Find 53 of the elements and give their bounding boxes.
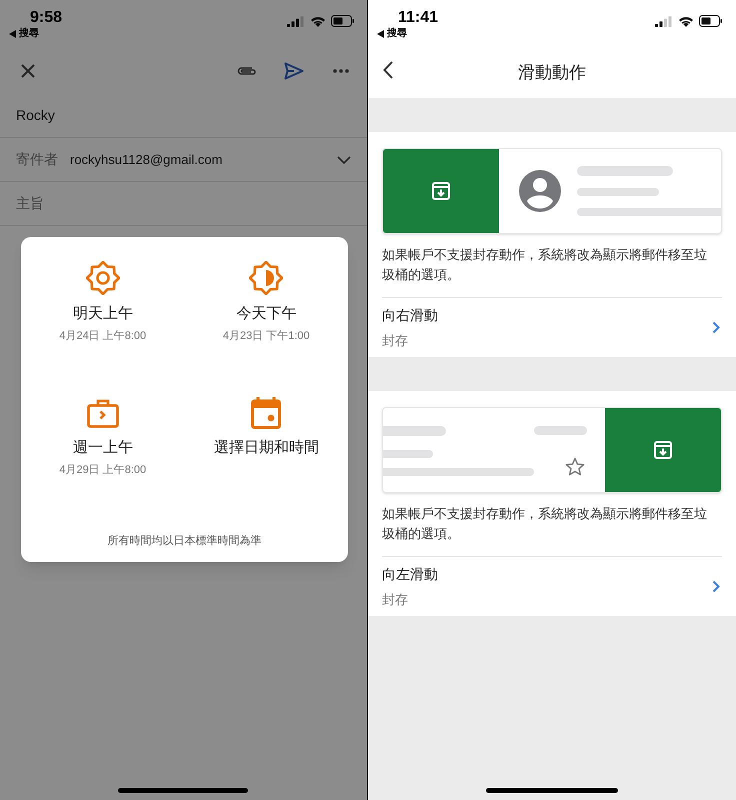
chevron-right-icon (712, 580, 720, 593)
option-label: 選擇日期和時間 (214, 438, 319, 458)
back-triangle-icon (9, 30, 16, 38)
timezone-note: 所有時間均以日本標準時間為準 (106, 534, 262, 549)
signal-icon (655, 16, 673, 27)
battery-icon (331, 15, 355, 27)
option-label: 明天上午 (72, 304, 133, 324)
wifi-icon (678, 15, 694, 27)
snooze-option[interactable]: 今天下午 4月23日 下午1:00 (184, 259, 348, 393)
recipient-value[interactable]: Rocky (16, 105, 55, 126)
archive-icon (432, 182, 450, 200)
swipe-setting-row[interactable]: 向左滑動 封存 (382, 556, 722, 616)
chevron-down-icon[interactable] (337, 156, 351, 164)
option-time: 4月23日 下午1:00 (222, 328, 310, 344)
close-icon[interactable] (20, 63, 36, 79)
avatar-icon (519, 170, 561, 212)
setting-value: 封存 (382, 332, 409, 350)
paperclip-icon[interactable] (236, 65, 258, 77)
snooze-option[interactable]: 週一上午 4月29日 上午8:00 (21, 393, 184, 527)
star-icon (565, 457, 585, 476)
status-time: 11:41 (398, 8, 438, 28)
option-label: 週一上午 (72, 438, 133, 458)
setting-description: 如果帳戶不支援封存動作，系統將改為顯示將郵件移至垃圾桶的選項。 (382, 246, 708, 284)
subject-field[interactable]: 主旨 (16, 193, 351, 214)
swipe-setting-row[interactable]: 向右滑動 封存 (382, 297, 722, 357)
setting-value: 封存 (382, 590, 409, 609)
page-title: 滑動動作 (518, 62, 586, 84)
signal-icon (287, 16, 305, 27)
snooze-option[interactable]: 明天上午 4月24日 上午8:00 (21, 259, 184, 393)
back-triangle-icon (377, 30, 384, 38)
setting-label: 向右滑動 (382, 306, 439, 325)
briefcase-icon (86, 399, 119, 429)
back-link[interactable]: 搜尋 (9, 26, 39, 41)
chevron-right-icon (712, 321, 720, 334)
sun-icon (86, 261, 120, 295)
option-time: 4月29日 上午8:00 (59, 462, 146, 478)
option-time: 4月24日 上午8:00 (59, 328, 146, 344)
status-time: 9:58 (30, 8, 62, 28)
archive-icon (654, 441, 672, 459)
back-icon[interactable] (383, 61, 393, 79)
snooze-option[interactable]: 選擇日期和時間 (184, 393, 348, 527)
half-sun-icon (249, 261, 284, 295)
sender-value[interactable]: rockyhsu1128@gmail.com (70, 150, 337, 170)
more-icon[interactable] (333, 69, 349, 73)
setting-label: 向左滑動 (382, 564, 439, 584)
calendar-icon (251, 397, 282, 429)
back-link[interactable]: 搜尋 (377, 26, 407, 41)
field-label: 寄件者 (16, 150, 58, 169)
option-label: 今天下午 (236, 304, 296, 324)
battery-icon (699, 15, 723, 27)
setting-description: 如果帳戶不支援封存動作，系統將改為顯示將郵件移至垃圾桶的選項。 (382, 505, 708, 543)
wifi-icon (310, 15, 326, 27)
send-icon[interactable] (284, 62, 304, 80)
